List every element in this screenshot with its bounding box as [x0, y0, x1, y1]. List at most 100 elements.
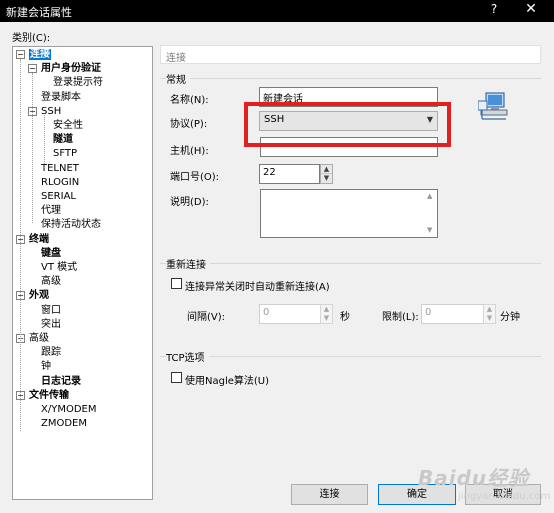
limit-stepper[interactable]: ▲ ▼: [483, 304, 496, 324]
description-textarea[interactable]: [260, 189, 438, 238]
tree-item-label: ZMODEM: [41, 418, 87, 430]
reconnect-group-title: 重新连接: [166, 256, 210, 271]
tree-item-label: 跟踪: [41, 347, 61, 359]
tree-item-label: 隧道: [53, 134, 73, 146]
tree-item-label: SERIAL: [41, 191, 76, 202]
category-tree[interactable]: 连接 − 用户身份验证 − 登录提示符 登录脚本 SSH − 安全性 隧道 SFTP TELNET RL…: [12, 46, 153, 500]
description-label: 说明(D):: [170, 197, 209, 208]
stepper-up-icon[interactable]: ▲: [321, 305, 332, 314]
tree-item-label: 高级: [29, 333, 49, 344]
collapse-icon[interactable]: −: [28, 64, 37, 74]
tree-item-label: 日志记录: [41, 375, 81, 387]
tree-item[interactable]: RLOGIN: [41, 176, 79, 189]
tree-item-label: 保持活动状态: [41, 219, 101, 231]
watermark-logo: Baidu经验 jingyan.baidu.com: [418, 462, 550, 502]
tree-item-label: 安全性: [53, 120, 83, 131]
tcp-group-title: TCP选项: [166, 349, 209, 364]
network-computer-icon: [478, 92, 508, 120]
tree-item-label: 突出: [41, 318, 61, 330]
tree-item[interactable]: 键盘: [41, 247, 61, 260]
tree-connector-line: [32, 73, 33, 223]
tree-item[interactable]: 登录提示符: [53, 76, 103, 89]
tree-item[interactable]: 登录脚本: [41, 91, 81, 104]
tree-item[interactable]: ZMODEM: [41, 417, 87, 430]
collapse-icon[interactable]: −: [16, 50, 25, 59]
nagle-checkbox[interactable]: [171, 372, 182, 383]
port-input[interactable]: 22: [259, 164, 320, 184]
tree-item-label: 外观: [29, 290, 49, 302]
tree-item-label: 文件传输: [29, 389, 69, 401]
tree-item-label: 高级: [41, 276, 61, 288]
tree-item-label: 登录脚本: [41, 91, 81, 103]
tree-item[interactable]: 文件传输: [29, 389, 69, 402]
dialog-body: 类别(C): 连接 − 用户身份验证 − 登录提示符 登录脚本 SSH − 安全性 隧道 SFTP T…: [0, 22, 554, 513]
tree-item-label: 登录提示符: [53, 77, 103, 89]
tree-item[interactable]: 窗口: [41, 304, 61, 317]
tree-item-label: X/YMODEM: [41, 404, 97, 415]
port-stepper[interactable]: ▲ ▼: [320, 164, 333, 184]
interval-label: 间隔(V):: [187, 312, 226, 323]
protocol-label: 协议(P):: [170, 119, 208, 130]
tree-item[interactable]: SFTP: [53, 147, 77, 160]
stepper-down-icon[interactable]: ▼: [484, 314, 495, 323]
tree-item-label: 终端: [29, 233, 49, 245]
scrollbar-up-icon[interactable]: ▲: [427, 192, 432, 200]
watermark-sub: jingyan.baidu.com: [458, 491, 551, 502]
host-label: 主机(H):: [170, 146, 209, 157]
limit-unit: 分钟: [500, 312, 520, 323]
tree-connector-line: [44, 115, 45, 168]
tree-item[interactable]: 钟: [41, 360, 51, 373]
stepper-up-icon[interactable]: ▲: [321, 165, 332, 174]
tree-item[interactable]: 高级: [29, 332, 49, 345]
category-label: 类别(C):: [12, 33, 51, 44]
stepper-down-icon[interactable]: ▼: [321, 314, 332, 323]
stepper-down-icon[interactable]: ▼: [321, 174, 332, 183]
close-button[interactable]: ✕: [516, 1, 546, 21]
tree-item[interactable]: 隧道: [53, 133, 73, 146]
tree-item[interactable]: 高级: [41, 275, 61, 288]
help-button[interactable]: ?: [484, 2, 504, 20]
auto-reconnect-label: 连接异常关闭时自动重新连接(A): [185, 282, 330, 293]
tree-item[interactable]: VT 模式: [41, 261, 77, 274]
window-title: 新建会话属性: [6, 6, 72, 19]
port-label: 端口号(O):: [170, 172, 220, 183]
tree-item[interactable]: SERIAL: [41, 190, 76, 203]
tree-item-label: RLOGIN: [41, 176, 80, 188]
tree-item[interactable]: 保持活动状态: [41, 218, 101, 231]
nagle-label: 使用Nagle算法(U): [185, 376, 270, 387]
title-bar: 新建会话属性 ? ✕: [0, 0, 554, 22]
tree-item-label: TELNET: [41, 162, 79, 174]
tree-item[interactable]: 日志记录: [41, 375, 81, 388]
limit-input[interactable]: 0: [421, 304, 484, 324]
tree-item[interactable]: 连接: [29, 48, 51, 61]
tree-item[interactable]: X/YMODEM: [41, 403, 96, 416]
stepper-up-icon[interactable]: ▲: [484, 305, 495, 314]
tree-item-label: 键盘: [41, 247, 61, 259]
tree-item-label: 用户身份验证: [41, 63, 101, 75]
tree-item[interactable]: 跟踪: [41, 346, 61, 359]
watermark-text: Baidu经验: [418, 466, 530, 490]
tree-connector-line: [20, 59, 21, 431]
tree-item-label: 连接: [29, 49, 51, 60]
connect-button[interactable]: 连接: [291, 484, 368, 505]
limit-label: 限制(L):: [382, 312, 419, 323]
interval-stepper[interactable]: ▲ ▼: [320, 304, 333, 324]
tree-item-label: 窗口: [41, 304, 61, 316]
name-label: 名称(N):: [170, 95, 209, 106]
tree-item[interactable]: 代理: [41, 204, 61, 217]
interval-unit: 秒: [340, 312, 350, 323]
auto-reconnect-checkbox[interactable]: [171, 278, 182, 289]
tree-item[interactable]: TELNET: [41, 162, 79, 175]
tree-item-label: SFTP: [53, 148, 78, 160]
tree-item[interactable]: 安全性: [53, 119, 83, 132]
tree-item[interactable]: 用户身份验证: [41, 62, 101, 75]
general-group-title: 常规: [166, 71, 190, 86]
tree-item-label: 钟: [41, 361, 51, 373]
scrollbar-down-icon[interactable]: ▼: [427, 226, 432, 234]
interval-input[interactable]: 0: [259, 304, 321, 324]
tree-item[interactable]: 突出: [41, 318, 61, 331]
tree-item[interactable]: 终端: [29, 233, 49, 246]
tree-item[interactable]: 外观: [29, 289, 49, 302]
tree-item-label: 代理: [41, 205, 61, 217]
tree-item-label: VT 模式: [41, 262, 78, 273]
